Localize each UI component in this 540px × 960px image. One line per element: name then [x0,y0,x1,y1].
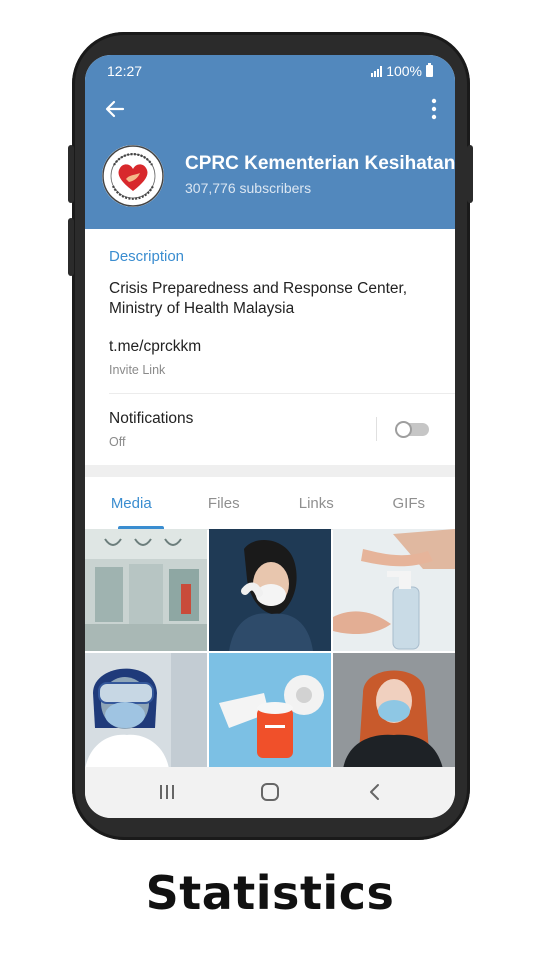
description-text: Crisis Preparedness and Response Center,… [109,280,408,317]
tab-files[interactable]: Files [178,477,271,529]
back-arrow-icon[interactable] [103,97,127,121]
tab-media[interactable]: Media [85,477,178,529]
battery-percent: 100% [386,63,422,79]
kkm-logo [102,145,164,207]
phone-side-button-right [467,145,473,203]
more-vert-icon[interactable] [429,98,439,120]
subscriber-count: 307,776 subscribers [185,180,312,196]
caption-statistics: Statistics [145,866,395,920]
media-thumb-woman-mask[interactable] [209,529,331,651]
channel-avatar[interactable] [102,145,164,207]
phone-side-button-left-top [68,145,74,203]
media-grid [85,529,455,767]
phone-side-button-left-bottom [68,218,74,276]
invite-link-label: Invite Link [109,363,166,377]
home-icon[interactable] [258,781,282,803]
phone-screen: 12:27 100% CPRC Kementerian Kesihatan 30… [85,55,455,818]
battery-icon [426,63,433,77]
notifications-title[interactable]: Notifications [109,410,193,428]
media-thumb-woman-red-hair[interactable] [333,653,455,767]
description-heading: Description [109,248,185,265]
invite-link[interactable]: t.me/cprckkm [109,338,201,356]
signal-icon [371,65,383,77]
section-separator [85,465,455,477]
media-thumb-hand-sanitizer[interactable] [333,529,455,651]
channel-title: CPRC Kementerian Kesihatan Malaysia [185,153,455,174]
media-thumb-health-worker[interactable] [85,653,207,767]
notifications-toggle[interactable] [395,421,431,438]
toggle-knob [395,421,412,438]
media-thumb-bus-interior[interactable] [85,529,207,651]
android-nav-bar [85,767,455,818]
recent-apps-icon[interactable] [155,781,179,803]
notifications-status: Off [109,435,126,449]
divider [109,393,455,394]
back-nav-icon[interactable] [363,781,387,803]
vertical-divider [376,417,377,441]
status-indicators: 100% [371,63,433,79]
status-time: 12:27 [107,63,143,79]
tab-gifs[interactable]: GIFs [363,477,456,529]
media-thumb-tissue-rolls[interactable] [209,653,331,767]
tab-links[interactable]: Links [270,477,363,529]
media-tabs: Media Files Links GIFs [85,477,455,530]
channel-header: 12:27 100% CPRC Kementerian Kesihatan 30… [85,55,455,229]
